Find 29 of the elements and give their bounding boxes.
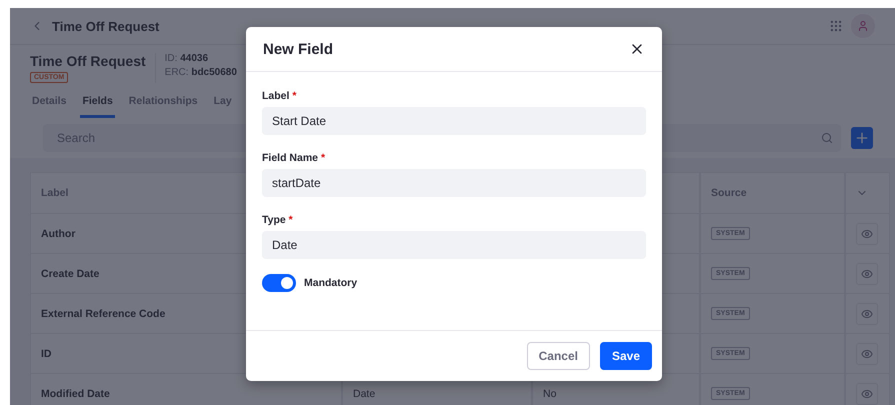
field-label: Field Name * [262,152,326,164]
user-icon [857,20,869,32]
add-button[interactable] [851,127,873,149]
visibility-button[interactable] [856,302,878,324]
visibility-button[interactable] [856,382,878,404]
visibility-button[interactable] [856,342,878,364]
toggle-switch[interactable] [262,274,296,292]
visibility-button[interactable] [856,262,878,284]
input-field[interactable]: startDate [262,169,646,197]
eye-icon [861,228,873,240]
page-title: Time Off Request [52,18,160,34]
field-label: Label * [262,90,298,102]
plus-icon [854,130,870,146]
table-cell: Modified Date [30,374,342,405]
search-icon [821,132,833,144]
eye-icon [861,308,873,320]
save-button[interactable]: Save [600,342,652,370]
dialog-title: New Field [263,40,334,58]
cancel-button[interactable]: Cancel [526,342,590,370]
visibility-button[interactable] [856,222,878,244]
object-title: Time Off Request [30,53,146,69]
input-field[interactable]: Date [262,231,646,259]
eye-icon [861,268,873,280]
field-label: Type * [262,214,294,226]
eye-icon [861,348,873,360]
avatar[interactable] [851,14,875,38]
eye-icon [861,388,873,400]
input-field[interactable]: Start Date [262,107,646,135]
apps-grid-icon[interactable] [829,19,843,33]
